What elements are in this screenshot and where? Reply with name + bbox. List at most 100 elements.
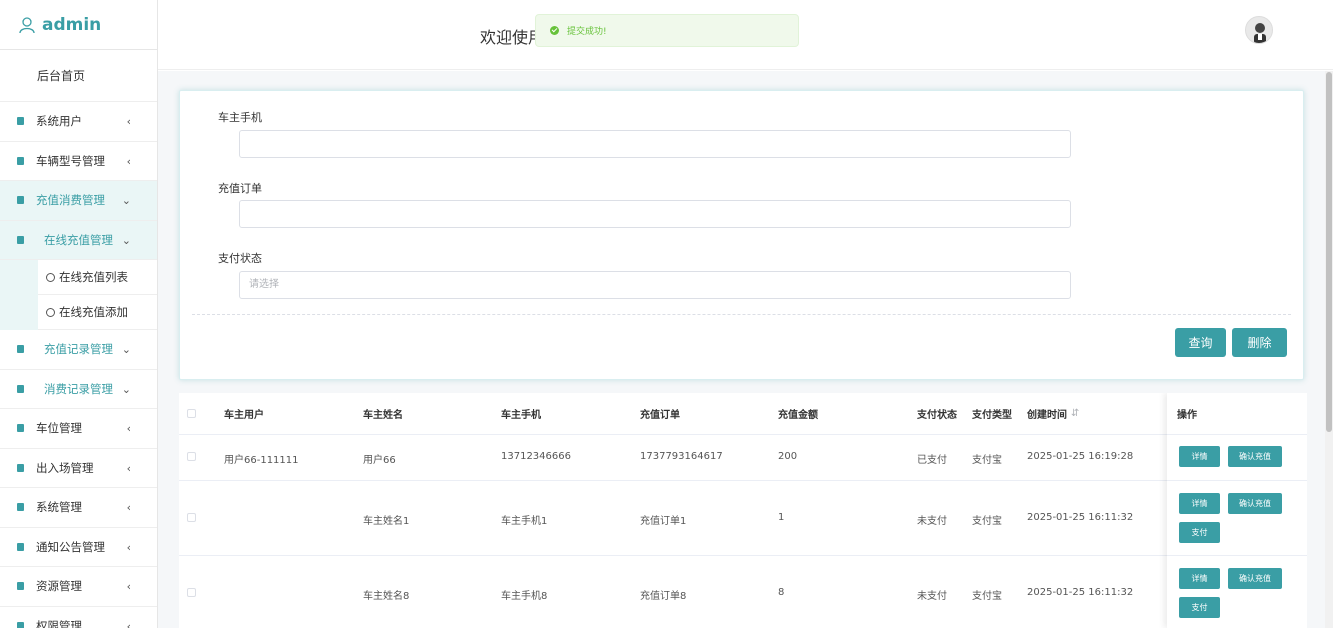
chevron-left-icon: ‹ <box>126 619 131 628</box>
phone-input[interactable] <box>239 130 1071 158</box>
circle-check-icon <box>46 272 55 282</box>
cell-status: 已支付 <box>917 455 947 466</box>
sidebar-item-entry-exit[interactable]: 出入场管理 ‹ <box>0 449 157 488</box>
success-toast: 提交成功! <box>535 14 799 47</box>
col-header-order: 充值订单 <box>640 410 680 421</box>
pay-button[interactable]: 支付 <box>1179 522 1220 543</box>
cell-phone: 13712346666 <box>501 451 571 462</box>
header-divider <box>1167 434 1307 435</box>
user-icon <box>19 16 35 33</box>
chevron-down-icon: ⌄ <box>121 382 131 396</box>
cell-type: 支付宝 <box>972 591 1002 602</box>
sidebar-item-recharge-records[interactable]: 充值记录管理 ⌄ <box>0 330 157 370</box>
sidebar-item-consume-records[interactable]: 消费记录管理 ⌄ <box>0 370 157 409</box>
chevron-down-icon: ⌄ <box>121 194 131 207</box>
sidebar-item-notices[interactable]: 通知公告管理 ‹ <box>0 528 157 567</box>
col-header-name: 车主姓名 <box>363 410 403 421</box>
detail-button[interactable]: 详情 <box>1179 493 1220 514</box>
row-divider <box>1167 480 1307 481</box>
success-icon <box>550 26 559 35</box>
doc-icon <box>17 156 24 165</box>
row-divider <box>1167 555 1307 556</box>
cell-order: 充值订单1 <box>640 516 687 527</box>
confirm-recharge-button[interactable]: 确认充值 <box>1228 446 1282 467</box>
chevron-left-icon: ‹ <box>126 501 131 514</box>
cell-order: 1737793164617 <box>640 451 723 462</box>
sidebar-item-system[interactable]: 系统管理 ‹ <box>0 488 157 528</box>
cell-amount: 1 <box>778 512 785 523</box>
order-input[interactable] <box>239 200 1071 228</box>
detail-button[interactable]: 详情 <box>1179 446 1220 467</box>
sort-icon: ⇵ <box>1071 408 1080 419</box>
confirm-recharge-button[interactable]: 确认充值 <box>1228 568 1282 589</box>
cell-time: 2025-01-25 16:11:32 <box>1027 512 1134 523</box>
sidebar: admin 后台首页 系统用户 ‹ 车辆型号管理 ‹ 充值消费管理 ⌄ 在线充值管理 ⌄… <box>0 0 158 628</box>
order-label: 充值订单 <box>218 182 262 195</box>
col-header-time[interactable]: 创建时间 ⇵ <box>1027 393 1079 434</box>
avatar[interactable] <box>1245 16 1273 44</box>
cell-order: 充值订单8 <box>640 591 687 602</box>
row-divider <box>179 480 1307 481</box>
header-divider <box>179 434 1307 435</box>
actions-column: 操作 详情 确认充值 详情 确认充值 支付 详情 确认充值 支付 <box>1167 393 1307 628</box>
sidebar-item-online-recharge[interactable]: 在线充值管理 ⌄ <box>0 220 157 260</box>
confirm-recharge-button[interactable]: 确认充值 <box>1228 493 1282 514</box>
row-checkbox[interactable] <box>187 588 196 597</box>
cell-name: 用户66 <box>363 455 396 466</box>
sidebar-item-system-users[interactable]: 系统用户 ‹ <box>0 102 157 142</box>
delete-button[interactable]: 删除 <box>1232 328 1287 357</box>
search-form: 车主手机 充值订单 支付状态 请选择 查询 删除 <box>179 90 1304 380</box>
status-label: 支付状态 <box>218 252 262 265</box>
brand: admin <box>0 0 157 50</box>
col-header-user: 车主用户 <box>224 410 264 421</box>
pay-button[interactable]: 支付 <box>1179 597 1220 618</box>
cell-type: 支付宝 <box>972 516 1002 527</box>
detail-button[interactable]: 详情 <box>1179 568 1220 589</box>
row-checkbox[interactable] <box>187 452 196 461</box>
cell-name: 车主姓名8 <box>363 591 410 602</box>
sidebar-item-online-recharge-list[interactable]: 在线充值列表 <box>38 260 157 295</box>
col-header-type: 支付类型 <box>972 410 1012 421</box>
circle-check-icon <box>46 307 55 317</box>
chevron-left-icon: ‹ <box>126 580 131 593</box>
sidebar-item-permissions[interactable]: 权限管理 ‹ <box>0 607 157 628</box>
cell-amount: 8 <box>778 587 785 598</box>
sidebar-item-home[interactable]: 后台首页 <box>0 50 157 102</box>
chevron-down-icon: ⌄ <box>121 343 131 356</box>
col-header-status: 支付状态 <box>917 410 957 421</box>
cell-amount: 200 <box>778 451 798 462</box>
cell-phone: 车主手机8 <box>501 591 548 602</box>
sidebar-item-vehicle-models[interactable]: 车辆型号管理 ‹ <box>0 142 157 181</box>
chevron-left-icon: ‹ <box>126 422 131 435</box>
query-button[interactable]: 查询 <box>1175 328 1226 357</box>
chevron-left-icon: ‹ <box>126 461 131 475</box>
select-all-checkbox[interactable] <box>187 409 196 418</box>
row-checkbox[interactable] <box>187 513 196 522</box>
sidebar-item-recharge-consume[interactable]: 充值消费管理 ⌄ <box>0 181 157 221</box>
chevron-left-icon: ‹ <box>126 154 131 168</box>
doc-icon <box>17 463 24 472</box>
status-select[interactable]: 请选择 <box>239 271 1071 299</box>
phone-label: 车主手机 <box>218 111 262 124</box>
doc-icon <box>17 235 24 244</box>
sidebar-item-parking[interactable]: 车位管理 ‹ <box>0 409 157 449</box>
doc-icon <box>17 542 24 551</box>
chevron-down-icon: ⌄ <box>121 233 131 247</box>
doc-icon <box>17 384 24 393</box>
col-header-amount: 充值金额 <box>778 410 818 421</box>
scrollbar-thumb[interactable] <box>1326 72 1332 432</box>
doc-icon <box>17 582 24 591</box>
brand-name: admin <box>42 14 102 35</box>
cell-status: 未支付 <box>917 591 947 602</box>
doc-icon <box>17 621 24 628</box>
sidebar-item-resources[interactable]: 资源管理 ‹ <box>0 567 157 607</box>
row-divider <box>179 555 1307 556</box>
sidebar-item-online-recharge-add[interactable]: 在线充值添加 <box>38 295 157 330</box>
cell-time: 2025-01-25 16:11:32 <box>1027 587 1134 598</box>
cell-name: 车主姓名1 <box>363 516 410 527</box>
divider <box>192 314 1291 315</box>
cell-user: 用户66-111111 <box>224 455 299 466</box>
doc-icon <box>17 503 24 512</box>
col-header-actions: 操作 <box>1177 410 1197 421</box>
cell-status: 未支付 <box>917 516 947 527</box>
